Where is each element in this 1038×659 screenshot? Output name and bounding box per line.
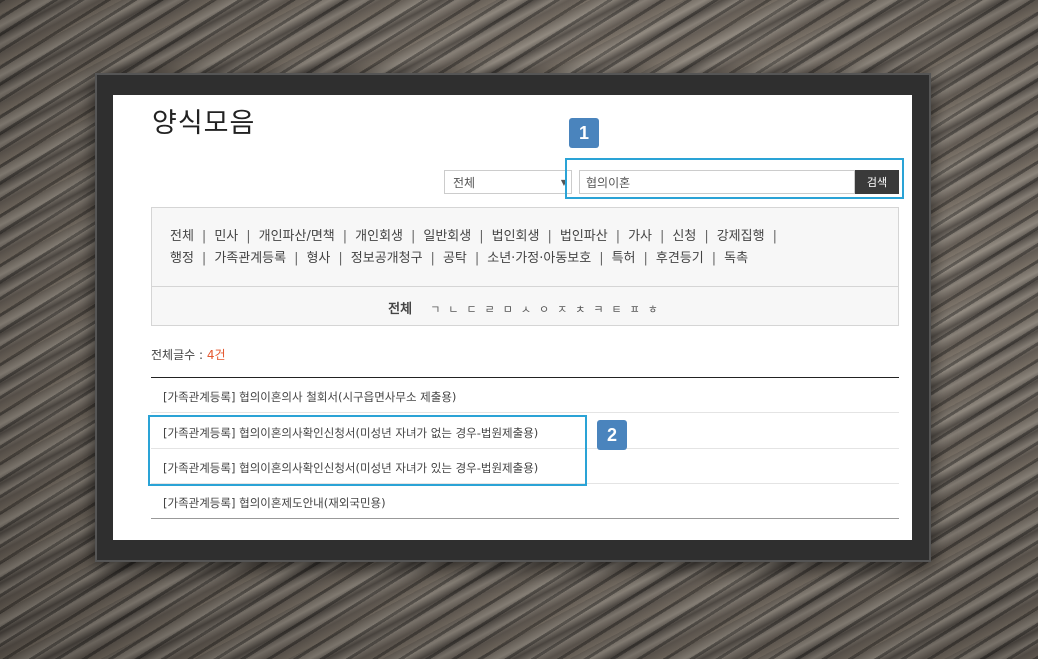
category-divider (152, 286, 898, 287)
category-separator: | (479, 229, 484, 244)
list-bottom-border (151, 518, 899, 519)
search-scope-select[interactable]: 전체 ▼ (444, 170, 572, 194)
consonant-item[interactable]: ㅍ (630, 303, 640, 316)
search-input[interactable] (579, 170, 855, 194)
category-item[interactable]: 개인파산/면책 (259, 229, 335, 244)
result-item-4[interactable]: [가족관계등록] 협의이혼제도안내(재외국민용) (163, 495, 386, 511)
consonant-all[interactable]: 전체 (388, 302, 412, 317)
search-button[interactable]: 검색 (855, 170, 899, 194)
category-separator: | (643, 251, 648, 266)
result-item-1[interactable]: [가족관계등록] 협의이혼의사 철회서(시구읍면사무소 제출용) (163, 389, 456, 405)
result-count-label: 전체글수 : (151, 348, 207, 362)
category-separator: | (201, 251, 207, 266)
category-separator: | (711, 251, 717, 266)
row-divider (151, 412, 899, 413)
category-separator: | (704, 229, 709, 244)
category-separator: | (246, 229, 251, 244)
page-title: 양식모음 (152, 108, 256, 139)
category-item[interactable]: 전체 (170, 229, 194, 244)
results-highlight-box (148, 415, 587, 486)
category-item[interactable]: 행정 (170, 251, 194, 266)
result-count-value: 4건 (206, 348, 226, 362)
category-separator: | (547, 229, 552, 244)
category-separator: | (411, 229, 416, 244)
category-item[interactable]: 강제집행 (717, 229, 765, 244)
category-item[interactable]: 형사 (306, 251, 330, 266)
category-separator: | (615, 229, 621, 244)
category-row-1: 전체 | 민사 | 개인파산/면책 | 개인회생 | 일반회생 | 법인회생 | 법인파산 | 가사 | 신청 |… (170, 226, 882, 248)
category-separator: | (338, 251, 343, 266)
consonant-item[interactable]: ㄹ (485, 303, 495, 316)
category-item[interactable]: 가족관계등록 (214, 251, 286, 266)
category-item[interactable]: 법인파산 (560, 229, 608, 244)
consonant-item[interactable]: ㄴ (448, 303, 458, 316)
category-list: 전체 | 민사 | 개인파산/면책 | 개인회생 | 일반회생 | 법인회생 | 법인파산 | 가사 | 신청 |… (170, 226, 882, 270)
consonant-item[interactable]: ㅈ (557, 303, 567, 316)
category-separator: | (430, 251, 435, 266)
search-scope-value: 전체 (453, 176, 476, 190)
annotation-badge-1: 1 (569, 118, 599, 148)
form-collection-panel: 양식모음 1 전체 ▼ 검색 전체|민사|개인파산/면책|개인회생|일반회생|법… (113, 95, 912, 540)
category-item[interactable]: 법인회생 (492, 229, 540, 244)
category-separator: | (474, 251, 480, 266)
category-item[interactable]: 소년·가정·아동보호 (487, 251, 591, 266)
category-separator: | (294, 251, 299, 266)
list-top-border (151, 377, 899, 378)
consonant-item[interactable]: ㅇ (539, 303, 549, 316)
category-separator: | (660, 229, 665, 244)
category-separator: | (201, 229, 207, 244)
category-row-2: 행정 | 가족관계등록 | 형사 | 정보공개청구 | 공탁 | 소년·가정·아동보호 | 특허 | 후견등… (170, 248, 882, 270)
category-item[interactable]: 독촉 (724, 251, 748, 266)
category-separator: | (599, 251, 604, 266)
category-item[interactable]: 가사 (628, 229, 652, 244)
result-count: 전체글수 : 4건 (151, 346, 226, 363)
annotation-badge-2: 2 (597, 420, 627, 450)
consonant-item[interactable]: ㅎ (648, 303, 658, 316)
consonant-item[interactable]: ㄱ (430, 303, 440, 316)
consonant-item[interactable]: ㅊ (575, 303, 585, 316)
consonant-item[interactable]: ㅅ (521, 303, 531, 316)
consonant-item[interactable]: ㅌ (611, 303, 621, 316)
category-filter-box: 전체 | 민사 | 개인파산/면책 | 개인회생 | 일반회생 | 법인회생 | 법인파산 | 가사 | 신청 |… (151, 207, 899, 326)
consonant-filter: 전체 ㄱㄴㄷㄹㅁㅅㅇㅈㅊㅋㅌㅍㅎ (152, 298, 898, 317)
consonant-item[interactable]: ㅁ (503, 303, 513, 316)
category-separator: | (772, 229, 777, 244)
consonant-item[interactable]: ㄷ (466, 303, 476, 316)
category-separator: | (342, 229, 348, 244)
category-item[interactable]: 정보공개청구 (351, 251, 423, 266)
category-item[interactable]: 민사 (214, 229, 238, 244)
category-item[interactable]: 특허 (612, 251, 636, 266)
consonant-item[interactable]: ㅋ (593, 303, 603, 316)
category-item[interactable]: 신청 (672, 229, 696, 244)
category-item[interactable]: 일반회생 (423, 229, 471, 244)
category-item[interactable]: 공탁 (443, 251, 467, 266)
category-item[interactable]: 후견등기 (656, 251, 704, 266)
category-item[interactable]: 개인회생 (355, 229, 403, 244)
